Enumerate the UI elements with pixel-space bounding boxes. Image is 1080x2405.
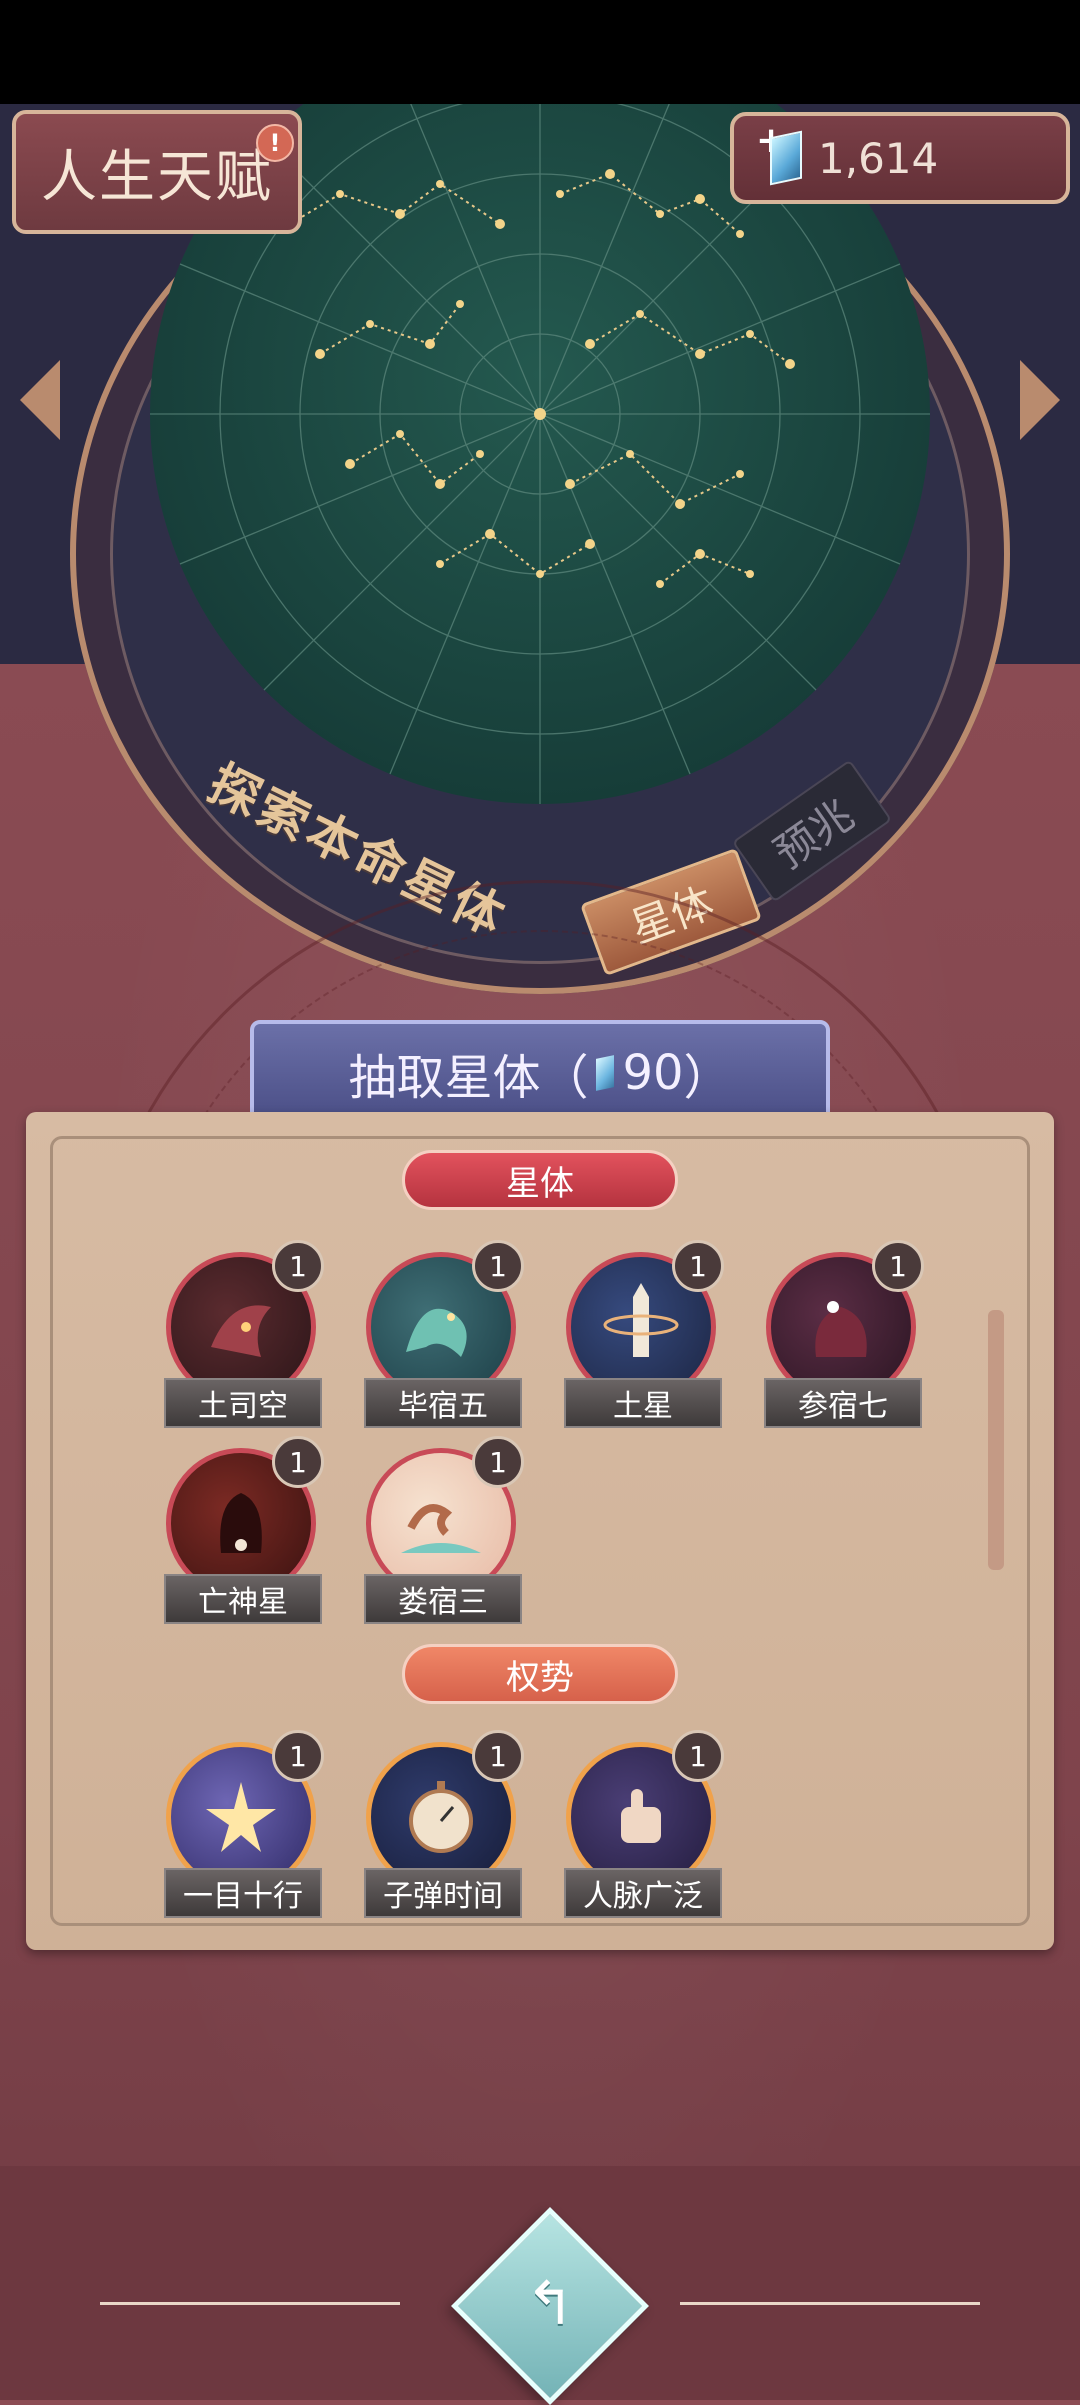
decorative-line-left (100, 2302, 400, 2305)
item-label: 人脉广泛 (564, 1868, 722, 1918)
currency-value: 1,614 (818, 133, 939, 183)
draw-button-prefix: 抽取星体（ (348, 1050, 589, 1106)
item-count-badge: 1 (472, 1730, 524, 1782)
item-label: 毕宿五 (364, 1378, 522, 1428)
item-label: 亡神星 (164, 1574, 322, 1624)
status-bar (0, 0, 1080, 104)
item-count-badge: 1 (672, 1730, 724, 1782)
item-card[interactable]: 1 土司空 (156, 1240, 326, 1432)
back-arrow-icon: ↰ (524, 2269, 576, 2339)
item-card[interactable]: 1 人脉广泛 (556, 1730, 726, 1922)
item-count-badge: 1 (872, 1240, 924, 1292)
draw-celestial-button[interactable]: 抽取星体（ 90 ） (250, 1020, 830, 1126)
page-title: 人生天赋 (12, 110, 302, 234)
decorative-line-right (680, 2302, 980, 2305)
section-title-power: 权势 (402, 1644, 678, 1704)
item-card[interactable]: 1 子弹时间 (356, 1730, 526, 1922)
draw-button-cost: 90 (622, 1045, 684, 1101)
collection-panel: 星体 1 土司空 1 毕宿五 1 土星 1 参宿七 1 亡神星 1 娄宿三 权势… (26, 1112, 1054, 1950)
item-label: 一目十行 (164, 1868, 322, 1918)
item-label: 参宿七 (764, 1378, 922, 1428)
item-count-badge: 1 (272, 1240, 324, 1292)
alert-badge[interactable]: ! (256, 124, 294, 162)
left-arrow-icon[interactable] (20, 360, 60, 440)
item-count-badge: 1 (472, 1436, 524, 1488)
item-card[interactable]: 1 一目十行 (156, 1730, 326, 1922)
item-count-badge: 1 (272, 1730, 324, 1782)
item-count-badge: 1 (272, 1436, 324, 1488)
item-card[interactable]: 1 毕宿五 (356, 1240, 526, 1432)
right-arrow-icon[interactable] (1020, 360, 1060, 440)
crystal-icon (596, 1055, 615, 1091)
item-card[interactable]: 1 娄宿三 (356, 1436, 526, 1628)
item-card[interactable]: 1 参宿七 (756, 1240, 926, 1432)
item-card[interactable]: 1 亡神星 (156, 1436, 326, 1628)
page-title-text: 人生天赋 (41, 144, 273, 210)
section-title-celestial: 星体 (402, 1150, 678, 1210)
panel-scrollbar[interactable] (988, 1310, 1004, 1570)
item-card[interactable]: 1 土星 (556, 1240, 726, 1432)
item-count-badge: 1 (672, 1240, 724, 1292)
item-count-badge: 1 (472, 1240, 524, 1292)
item-label: 土司空 (164, 1378, 322, 1428)
item-label: 子弹时间 (364, 1868, 522, 1918)
item-label: 土星 (564, 1378, 722, 1428)
currency-display[interactable]: + 1,614 (730, 112, 1070, 204)
crystal-icon (770, 130, 802, 186)
draw-button-suffix: ） (683, 1050, 732, 1106)
item-label: 娄宿三 (364, 1574, 522, 1624)
